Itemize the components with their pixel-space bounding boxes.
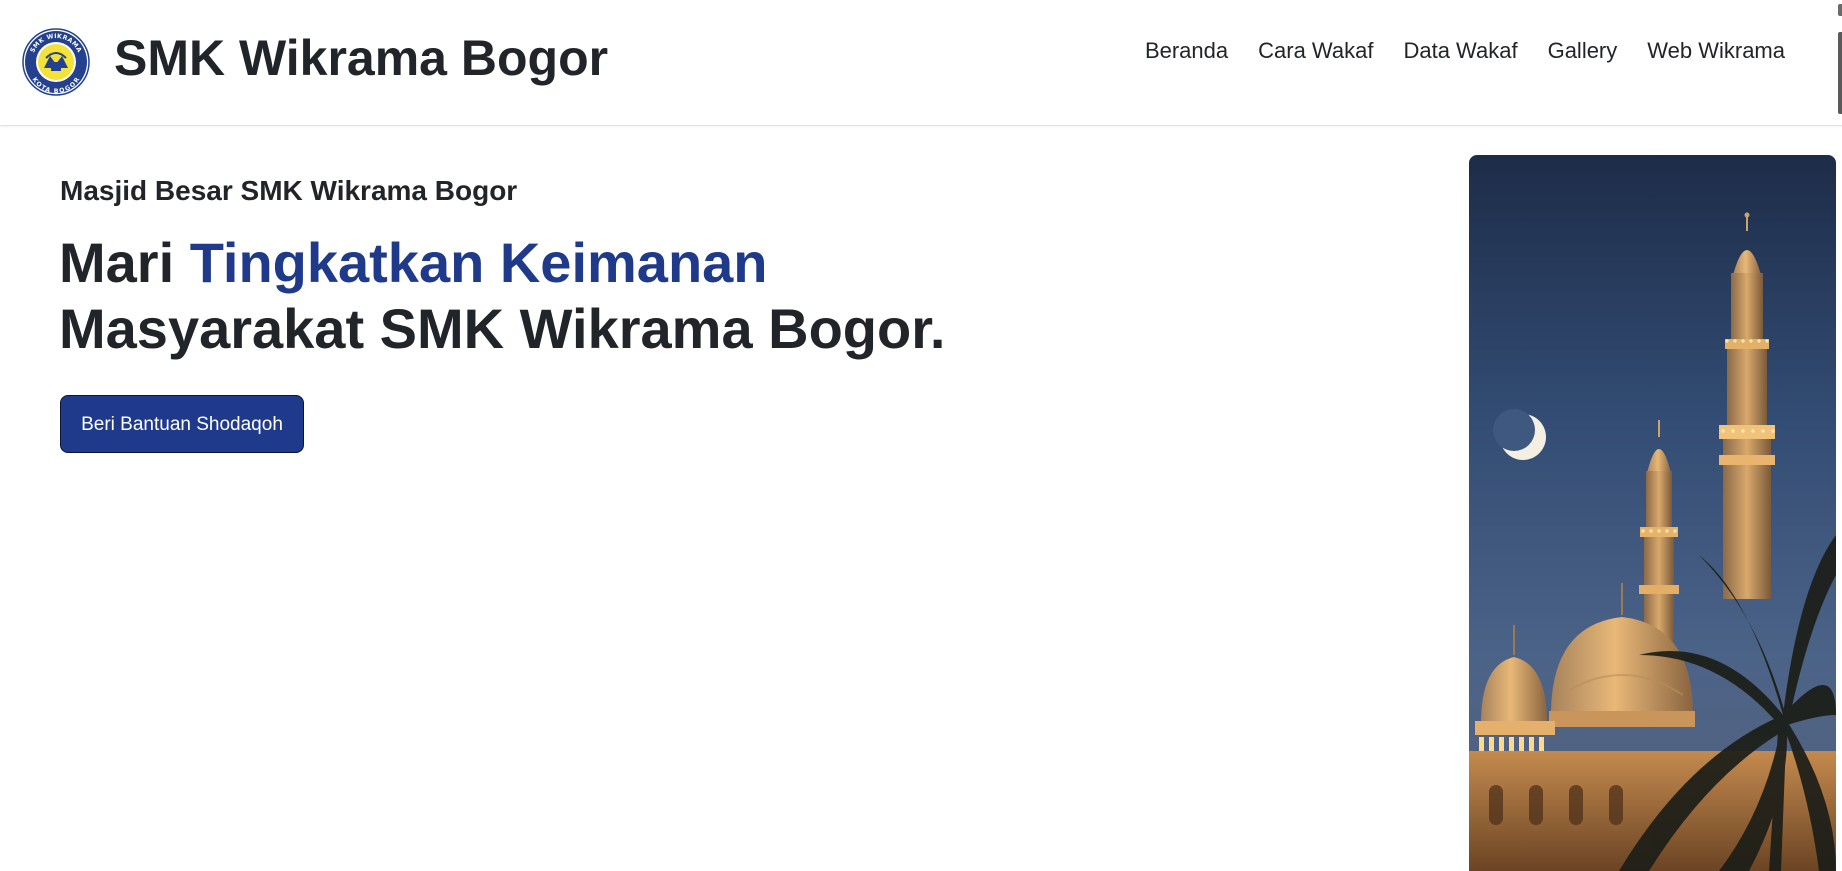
headline-prefix: Mari [59,231,190,294]
navbar: SMK WIKRAMA KOTA BOGOR SMK Wikrama Bogor… [0,0,1842,126]
nav-link-data-wakaf[interactable]: Data Wakaf [1388,38,1532,64]
nav-link-gallery[interactable]: Gallery [1533,38,1633,64]
mosque-night-illustration [1469,155,1836,871]
nav-link-cara-wakaf[interactable]: Cara Wakaf [1243,38,1388,64]
brand-title[interactable]: SMK Wikrama Bogor [114,27,608,89]
scrollbar-thumb[interactable] [1838,32,1842,114]
hero-subtitle: Masjid Besar SMK Wikrama Bogor [60,175,518,206]
scrollbar-arrow[interactable] [1838,4,1842,16]
main-nav: Beranda Cara Wakaf Data Wakaf Gallery We… [1130,38,1800,64]
nav-link-web-wikrama[interactable]: Web Wikrama [1632,38,1800,64]
donate-button[interactable]: Beri Bantuan Shodaqoh [60,395,304,453]
mosque-image [1469,155,1836,871]
headline-accent: Tingkatkan Keimanan [189,231,768,294]
hero-headline: Mari Tingkatkan Keimanan Masyarakat SMK … [59,230,945,362]
school-logo-icon[interactable]: SMK WIKRAMA KOTA BOGOR [22,28,90,96]
nav-link-beranda[interactable]: Beranda [1130,38,1243,64]
headline-line-2: Masyarakat SMK Wikrama Bogor. [59,297,946,360]
